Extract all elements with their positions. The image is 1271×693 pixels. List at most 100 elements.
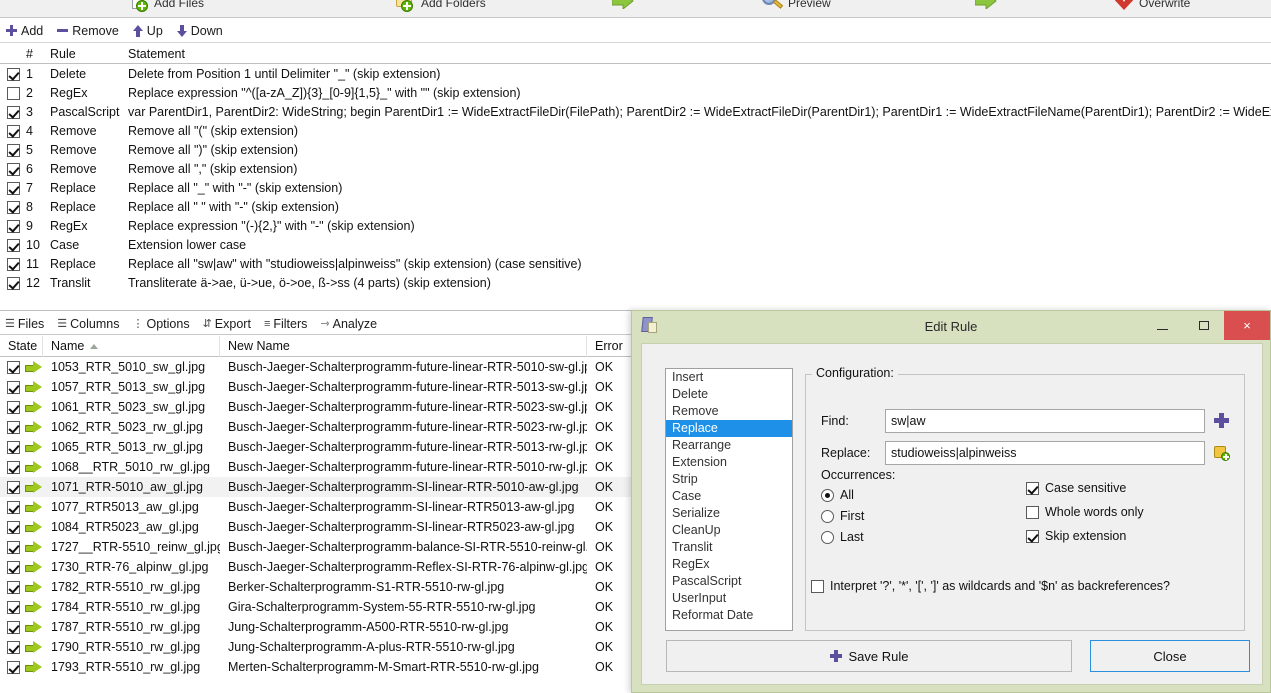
rule-type-item-strip[interactable]: Strip [666,471,792,488]
rule-type-item-serialize[interactable]: Serialize [666,505,792,522]
columns-menu-button[interactable]: ☰ Columns [57,317,119,331]
rule-type-list[interactable]: Insert Delete Remove Replace Rearrange Extens… [665,368,793,631]
add-placeholder-icon[interactable] [1214,445,1230,461]
rules-table-row[interactable]: 3 PascalScript var ParentDir1, ParentDir2:… [0,102,1271,121]
rules-table-row[interactable]: 2 RegEx Replace expression "^([a-zA_Z]){3}… [0,83,1271,102]
rules-col-number[interactable]: # [26,47,50,61]
file-state-cell[interactable] [0,480,43,494]
file-state-cell[interactable] [0,540,43,554]
toolbar-button-preview[interactable]: Preview [762,0,831,17]
rule-type-item-regex[interactable]: RegEx [666,556,792,573]
rules-table-row[interactable]: 8 Replace Replace all " " with "-" (skip e… [0,197,1271,216]
occurrence-option-first[interactable]: First [821,509,864,523]
filters-menu-button[interactable]: ≡ Filters [264,317,307,331]
rule-enabled-checkbox[interactable] [0,199,26,214]
rules-table-row[interactable]: 5 Remove Remove all ")" (skip extension) [0,140,1271,159]
file-col-state[interactable]: State [0,336,43,357]
close-button[interactable]: Close [1090,640,1250,672]
save-rule-button[interactable]: Save Rule [666,640,1072,672]
checkbox-whole-words-only[interactable]: Whole words only [1026,505,1144,519]
rule-enabled-checkbox[interactable] [0,66,26,81]
occurrence-option-all[interactable]: All [821,488,854,502]
rule-up-button[interactable]: Up [132,24,163,38]
rule-type-item-case[interactable]: Case [666,488,792,505]
rules-table-row[interactable]: 4 Remove Remove all "(" (skip extension) [0,121,1271,140]
rule-type-item-replace[interactable]: Replace [666,420,792,437]
rules-col-rule[interactable]: Rule [50,47,128,61]
checkbox-case-sensitive[interactable]: Case sensitive [1026,481,1126,495]
rule-remove-button[interactable]: Remove [57,24,119,38]
file-state-cell[interactable] [0,380,43,394]
rule-enabled-checkbox[interactable] [0,256,26,271]
replace-input[interactable] [885,441,1205,465]
export-menu-button[interactable]: ⇵ Export [203,317,251,331]
rule-type-item-pascalscript[interactable]: PascalScript [666,573,792,590]
rule-enabled-checkbox[interactable] [0,237,26,252]
file-state-cell[interactable] [0,460,43,474]
rule-enabled-checkbox[interactable] [0,85,26,100]
occurrence-option-last[interactable]: Last [821,530,864,544]
add-find-icon[interactable] [1214,413,1230,429]
checkbox-icon [7,276,20,290]
dialog-maximize-button[interactable] [1183,311,1224,340]
rules-table-row[interactable]: 11 Replace Replace all "sw|aw" with "studi… [0,254,1271,273]
rule-type-item-insert[interactable]: Insert [666,369,792,386]
rule-down-button[interactable]: Down [176,24,223,38]
options-menu-button[interactable]: ⋮ Options [132,317,189,331]
checkbox-interpret-wildcards[interactable]: Interpret '?', '*', '[', ']' as wildcard… [811,579,1170,593]
files-menu-button[interactable]: ☰ Files [5,317,44,331]
file-state-cell[interactable] [0,580,43,594]
rename-arrow-icon [25,400,42,413]
file-state-cell[interactable] [0,640,43,654]
find-input[interactable] [885,409,1205,433]
file-state-cell[interactable] [0,420,43,434]
rule-type-item-delete[interactable]: Delete [666,386,792,403]
rule-type-item-extension[interactable]: Extension [666,454,792,471]
rule-enabled-checkbox[interactable] [0,104,26,119]
file-state-cell[interactable] [0,600,43,614]
rules-grid[interactable]: # Rule Statement 1 Delete Delete from Posi… [0,44,1271,311]
rules-table-row[interactable]: 12 Translit Transliterate ä->ae, ü->ue, ö-… [0,273,1271,292]
file-state-cell[interactable] [0,660,43,674]
rule-statement: Replace expression "^([a-zA_Z]){3}_[0-9]… [128,85,521,100]
toolbar-button-add-files[interactable]: Add Files [130,0,204,17]
rule-type-item-remove[interactable]: Remove [666,403,792,420]
rule-enabled-checkbox[interactable] [0,275,26,290]
rules-table-row[interactable]: 10 Case Extension lower case [0,235,1271,254]
file-col-new-name[interactable]: New Name [220,336,587,357]
rules-table-row[interactable]: 6 Remove Remove all "," (skip extension) [0,159,1271,178]
rule-type-item-rearrange[interactable]: Rearrange [666,437,792,454]
rule-enabled-checkbox[interactable] [0,180,26,195]
rule-enabled-checkbox[interactable] [0,161,26,176]
rule-type-item-cleanup[interactable]: CleanUp [666,522,792,539]
rule-add-button[interactable]: Add [6,24,43,38]
checkbox-icon [7,400,20,414]
rules-col-statement[interactable]: Statement [128,47,1271,61]
file-state-cell[interactable] [0,440,43,454]
checkbox-skip-extension[interactable]: Skip extension [1026,529,1126,543]
rules-table-row[interactable]: 1 Delete Delete from Position 1 until Deli… [0,64,1271,83]
dialog-minimize-button[interactable] [1142,311,1183,340]
file-state-cell[interactable] [0,520,43,534]
file-new-name: Busch-Jaeger-Schalterprogramm-balance-SI… [228,540,587,554]
file-state-cell[interactable] [0,620,43,634]
file-state-cell[interactable] [0,360,43,374]
file-col-error[interactable]: Error [587,336,631,357]
rule-type-item-translit[interactable]: Translit [666,539,792,556]
rule-enabled-checkbox[interactable] [0,142,26,157]
file-state-cell[interactable] [0,400,43,414]
dialog-titlebar[interactable]: Edit Rule × [632,311,1270,341]
file-state-cell[interactable] [0,560,43,574]
rules-table-row[interactable]: 7 Replace Replace all "_" with "-" (skip e… [0,178,1271,197]
toolbar-button-add-folders[interactable]: Add Folders [395,0,486,17]
analyze-menu-button[interactable]: ⇾ Analyze [320,317,377,331]
rule-enabled-checkbox[interactable] [0,218,26,233]
dialog-close-button[interactable]: × [1224,311,1270,340]
rule-type-item-reformat-date[interactable]: Reformat Date [666,607,792,624]
file-col-name[interactable]: Name [43,336,220,357]
toolbar-button-overwrite[interactable]: Overwrite [1113,0,1190,17]
rule-type-item-userinput[interactable]: UserInput [666,590,792,607]
rule-enabled-checkbox[interactable] [0,123,26,138]
rules-table-row[interactable]: 9 RegEx Replace expression "(-){2,}" with … [0,216,1271,235]
file-state-cell[interactable] [0,500,43,514]
